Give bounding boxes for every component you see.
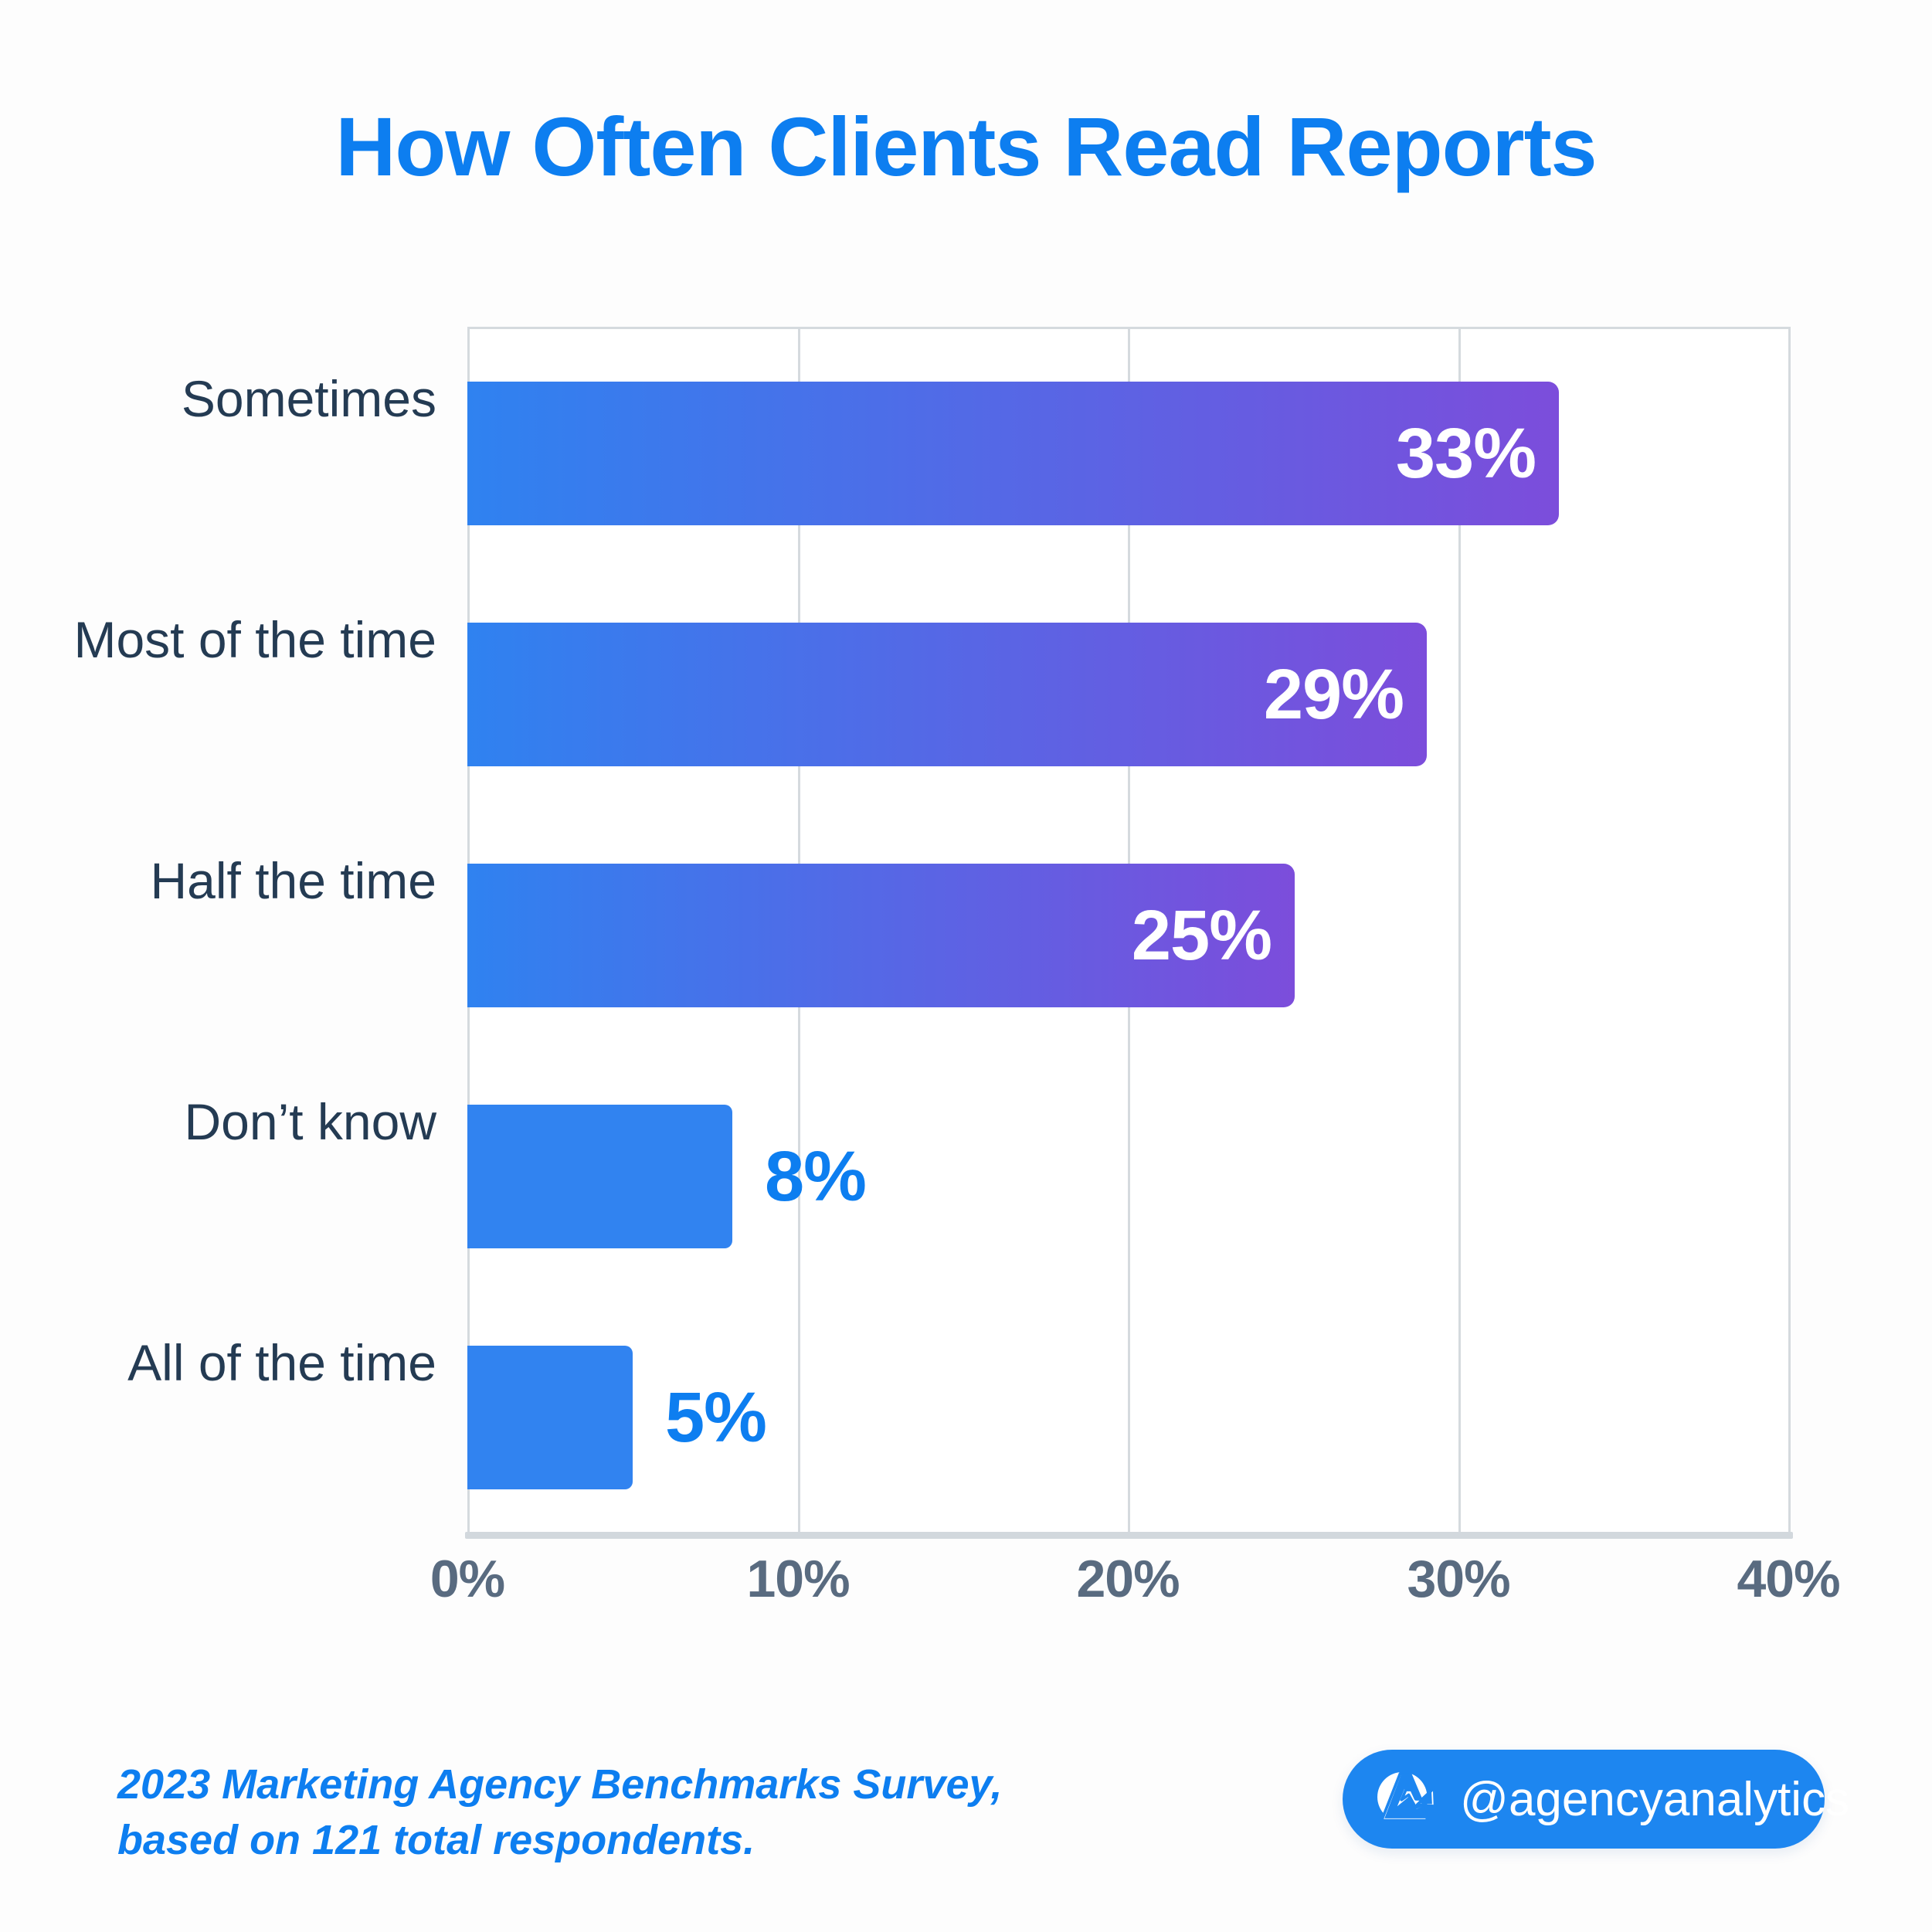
y-axis-labels: Sometimes Most of the time Half the time…	[0, 327, 436, 1532]
x-tick-10: 10%	[746, 1550, 850, 1608]
source-note: 2023 Marketing Agency Benchmarks Survey,…	[117, 1761, 1003, 1863]
y-axis-label-most-of-the-time: Most of the time	[73, 611, 436, 668]
bar-value-all-of-the-time: 5%	[665, 1378, 767, 1457]
bar-sometimes: 33%	[467, 382, 1559, 525]
brand-handle-text: @agencyanalytics	[1460, 1772, 1850, 1826]
y-axis-label-dont-know: Don’t know	[184, 1093, 437, 1150]
bar-all-of-the-time	[467, 1346, 633, 1489]
bar-value-dont-know: 8%	[765, 1137, 867, 1216]
bar-value-sometimes: 33%	[1395, 414, 1536, 493]
bar-row-all-of-the-time: 5%	[467, 1346, 1791, 1489]
x-axis-line	[465, 1532, 1793, 1539]
bar-row-dont-know: 8%	[467, 1105, 1791, 1248]
y-axis-label-sometimes: Sometimes	[181, 370, 436, 427]
bar-row-most-of-the-time: 29%	[467, 623, 1791, 766]
bar-value-half-the-time: 25%	[1131, 896, 1272, 975]
bar-row-sometimes: 33%	[467, 382, 1791, 525]
bar-value-most-of-the-time: 29%	[1263, 655, 1404, 734]
agencyanalytics-logo-icon	[1377, 1772, 1437, 1822]
x-axis-labels: 0% 10% 20% 30% 40%	[430, 1549, 1841, 1634]
x-tick-40: 40%	[1737, 1550, 1840, 1608]
bar-row-half-the-time: 25%	[467, 864, 1791, 1007]
bar-dont-know	[467, 1105, 732, 1248]
chart-plot-area: 33% 29% 25% 8% 5%	[465, 327, 1793, 1539]
brand-badge[interactable]: @agencyanalytics	[1343, 1750, 1849, 1849]
x-tick-30: 30%	[1407, 1550, 1510, 1608]
x-tick-0: 0%	[430, 1550, 505, 1608]
page-title: How Often Clients Read Reports	[335, 100, 1597, 193]
y-axis-label-all-of-the-time: All of the time	[127, 1334, 436, 1391]
x-tick-20: 20%	[1076, 1550, 1180, 1608]
y-axis-label-half-the-time: Half the time	[150, 852, 436, 909]
bar-half-the-time: 25%	[467, 864, 1295, 1007]
bar-most-of-the-time: 29%	[467, 623, 1427, 766]
